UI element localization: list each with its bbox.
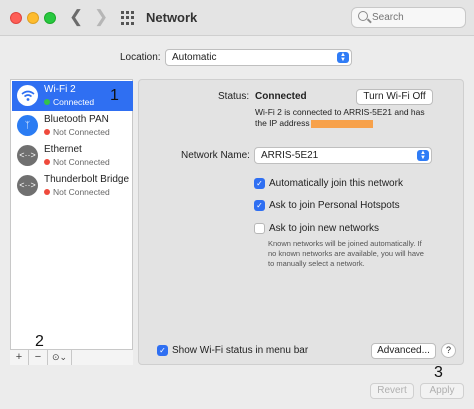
service-item-thunderbolt-bridge[interactable]: <··> Thunderbolt Bridge Not Connected [12, 171, 133, 201]
status-value: Connected [255, 91, 307, 102]
network-name-select[interactable]: ARRIS-5E21 ▲ ▼ [254, 147, 432, 164]
status-description-line-2: the IP address [255, 118, 310, 128]
service-status: Not Connected [44, 187, 110, 197]
close-window-button[interactable] [10, 12, 22, 24]
forward-arrow-icon[interactable]: ❯ [94, 7, 108, 27]
remove-service-button[interactable]: − [29, 350, 48, 365]
window-title: Network [146, 10, 198, 25]
ask-new-networks-label: Ask to join new networks [269, 223, 380, 234]
location-value: Automatic [172, 52, 217, 63]
annotation-3: 3 [434, 364, 443, 381]
ask-hotspots-checkbox[interactable]: ✓ [254, 200, 265, 211]
not-connected-dot-icon [44, 129, 50, 135]
search-field[interactable] [351, 7, 466, 28]
service-item-bluetooth-pan[interactable]: ᛉ Bluetooth PAN Not Connected [12, 111, 133, 141]
service-name: Thunderbolt Bridge [44, 174, 130, 185]
status-label: Status: [218, 91, 250, 102]
title-bar: ❮ ❯ Network [0, 0, 474, 36]
select-arrows-icon: ▲ ▼ [417, 150, 429, 161]
service-name: Ethernet [44, 144, 82, 155]
status-description-line-1: Wi-Fi 2 is connected to ARRIS-5E21 and h… [255, 107, 425, 117]
service-status: Not Connected [44, 127, 110, 137]
service-status: Connected [44, 97, 94, 107]
zoom-window-button[interactable] [44, 12, 56, 24]
turn-wifi-off-button[interactable]: Turn Wi-Fi Off [356, 89, 433, 105]
service-name: Wi-Fi 2 [44, 84, 76, 95]
wifi-icon [17, 85, 38, 106]
network-name-label: Network Name: [181, 150, 250, 161]
back-arrow-icon[interactable]: ❮ [69, 7, 83, 27]
apply-button[interactable]: Apply [420, 383, 464, 399]
service-list-controls: + − ⊙⌄ [10, 349, 133, 365]
bluetooth-icon: ᛉ [17, 115, 38, 136]
show-status-label: Show Wi-Fi status in menu bar [172, 345, 309, 356]
ethernet-icon: <··> [17, 145, 38, 166]
auto-join-checkbox[interactable]: ✓ [254, 178, 265, 189]
network-name-value: ARRIS-5E21 [261, 150, 319, 161]
action-menu-button[interactable]: ⊙⌄ [48, 350, 72, 365]
minimize-window-button[interactable] [27, 12, 39, 24]
location-select[interactable]: Automatic ▲ ▼ [165, 49, 352, 66]
show-all-grid-icon[interactable] [121, 11, 135, 25]
service-item-ethernet[interactable]: <··> Ethernet Not Connected [12, 141, 133, 171]
known-networks-note-line-2: no known networks are available, you wil… [268, 249, 424, 258]
service-status: Not Connected [44, 157, 110, 167]
search-icon [358, 11, 368, 21]
location-label: Location: [120, 52, 161, 63]
help-button[interactable]: ? [441, 343, 456, 358]
service-name: Bluetooth PAN [44, 114, 109, 125]
redacted-ip-address [311, 120, 373, 128]
known-networks-note-line-3: to manually select a network. [268, 259, 365, 268]
known-networks-note-line-1: Known networks will be joined automatica… [268, 239, 422, 248]
advanced-button[interactable]: Advanced... [371, 343, 436, 359]
not-connected-dot-icon [44, 189, 50, 195]
service-list: Wi-Fi 2 Connected ᛉ Bluetooth PAN Not Co… [10, 79, 133, 365]
search-input[interactable] [372, 10, 462, 25]
connected-dot-icon [44, 99, 50, 105]
show-status-checkbox[interactable]: ✓ [157, 345, 168, 356]
revert-button[interactable]: Revert [370, 383, 414, 399]
select-arrows-icon: ▲ ▼ [337, 52, 349, 63]
annotation-1: 1 [110, 87, 119, 104]
not-connected-dot-icon [44, 159, 50, 165]
auto-join-label: Automatically join this network [269, 178, 403, 189]
add-service-button[interactable]: + [10, 350, 29, 365]
ask-new-networks-checkbox[interactable] [254, 223, 265, 234]
ask-hotspots-label: Ask to join Personal Hotspots [269, 200, 400, 211]
thunderbolt-bridge-icon: <··> [17, 175, 38, 196]
